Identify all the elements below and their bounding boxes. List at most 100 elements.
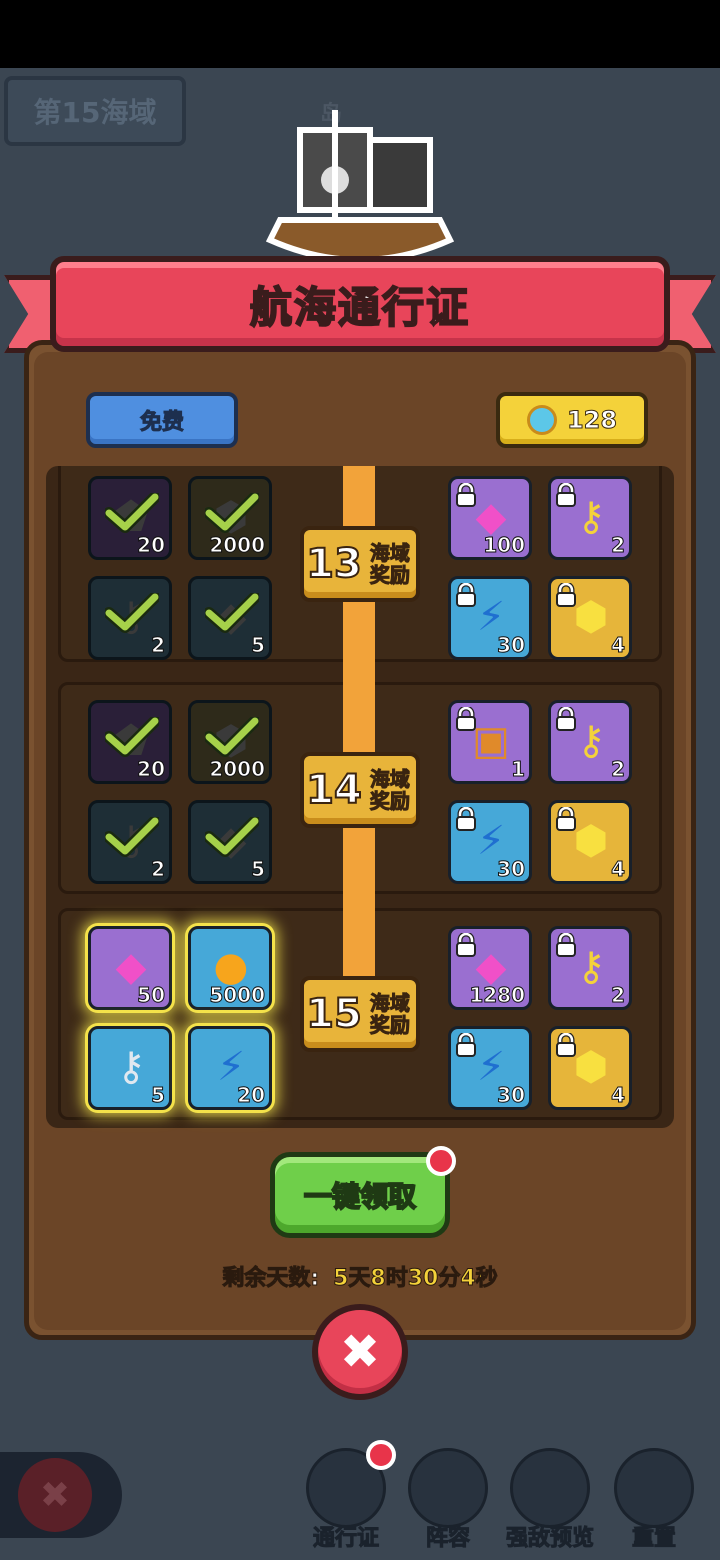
lock-icon — [556, 807, 576, 831]
lock-icon — [456, 1033, 476, 1057]
map-close-icon[interactable]: ✖ — [18, 1458, 92, 1532]
reward-item[interactable]: ⬢ 4 — [548, 800, 632, 884]
reward-item[interactable]: ◆ 100 — [448, 476, 532, 560]
reward-item[interactable]: ⚷ 2 — [88, 800, 172, 884]
reward-item[interactable]: ⬢ 4 — [548, 1026, 632, 1110]
remaining-time: 剩余天数: 5天8时30分4秒 — [0, 1260, 720, 1292]
free-tier-badge: 免费 — [86, 392, 238, 448]
remaining-value: 5天8时30分4秒 — [333, 1266, 499, 1292]
reward-quantity: 4 — [611, 633, 626, 658]
diamond-coin-icon — [526, 405, 557, 435]
nav-lineup[interactable]: 阵容 — [398, 1448, 498, 1560]
nav-pass-dot — [366, 1440, 396, 1470]
reward-quantity: 2 — [611, 533, 626, 558]
pass-title: 航海通行证 — [249, 282, 470, 333]
reward-item[interactable]: ⚷ 2 — [88, 576, 172, 660]
level-reward-label: 海域奖励 — [369, 767, 410, 813]
pirate-ship-icon — [265, 110, 455, 263]
reward-quantity: 20 — [137, 757, 166, 782]
reward-item[interactable]: ⚷ 2 — [548, 476, 632, 560]
reward-item[interactable]: ⬟ 20 — [88, 476, 172, 560]
sea-zone-label: 第15海域 — [33, 96, 157, 129]
level-reward-label: 海域奖励 — [369, 541, 410, 587]
notification-dot — [426, 1146, 456, 1176]
level-badge: 13 海域奖励 — [300, 526, 420, 602]
lock-icon — [556, 707, 576, 731]
reset-icon — [614, 1448, 694, 1528]
nav-enemy-preview-label: 强敌预览 — [505, 1526, 594, 1552]
reward-item[interactable]: ▣ 1 — [448, 700, 532, 784]
reward-quantity: 30 — [497, 1083, 526, 1108]
reward-item[interactable]: ⬟ 20 — [88, 700, 172, 784]
lock-icon — [556, 583, 576, 607]
reward-quantity: 2 — [611, 757, 626, 782]
level-badge: 14 海域奖励 — [300, 752, 420, 828]
reward-quantity: 100 — [483, 533, 526, 558]
reward-item[interactable]: ● 5000 — [188, 926, 272, 1010]
reward-item[interactable]: ⚡ 30 — [448, 576, 532, 660]
lock-icon — [556, 933, 576, 957]
reward-quantity: 2000 — [209, 757, 266, 782]
reward-quantity: 30 — [497, 857, 526, 882]
premium-gem-count: 128 — [566, 406, 618, 435]
nav-enemy-preview[interactable]: 强敌预览 — [500, 1448, 600, 1560]
sea-zone-tag: 第15海域 — [4, 76, 186, 146]
reward-item[interactable]: ⚷ 5 — [88, 1026, 172, 1110]
nav-reset-label: 重置 — [631, 1526, 676, 1552]
reward-quantity: 4 — [611, 857, 626, 882]
reward-item[interactable]: ⚷ 2 — [548, 700, 632, 784]
reward-quantity: 2 — [151, 633, 166, 658]
reward-quantity: 4 — [611, 1083, 626, 1108]
check-icon — [205, 817, 259, 857]
reward-quantity: 5 — [251, 857, 266, 882]
reward-quantity: 50 — [137, 983, 166, 1008]
level-number: 15 — [305, 990, 363, 1038]
close-button[interactable]: ✖ — [312, 1304, 408, 1400]
premium-tier-badge[interactable]: 128 — [496, 392, 648, 448]
check-icon — [105, 717, 159, 757]
reward-quantity: 5000 — [209, 983, 266, 1008]
reward-item[interactable]: ⚡ 30 — [448, 800, 532, 884]
reward-item[interactable]: ⬢ 2000 — [188, 476, 272, 560]
lock-icon — [456, 583, 476, 607]
level-reward-label: 海域奖励 — [369, 991, 410, 1037]
reward-item[interactable]: ◆ 50 — [88, 926, 172, 1010]
reward-item[interactable]: ⬢ 4 — [548, 576, 632, 660]
reward-quantity: 30 — [497, 633, 526, 658]
check-icon — [205, 593, 259, 633]
reward-item[interactable]: ◆ 5 — [188, 800, 272, 884]
status-bar — [0, 0, 720, 68]
free-tier-label: 免费 — [139, 410, 184, 436]
reward-item[interactable]: ◆ 1280 — [448, 926, 532, 1010]
lineup-icon — [408, 1448, 488, 1528]
reward-quantity: 20 — [137, 533, 166, 558]
reward-quantity: 20 — [237, 1083, 266, 1108]
reward-quantity: 5 — [251, 633, 266, 658]
lock-icon — [556, 483, 576, 507]
check-icon — [105, 817, 159, 857]
nav-pass-label: 通行证 — [312, 1526, 379, 1552]
reward-item[interactable]: ⚡ 30 — [448, 1026, 532, 1110]
lock-icon — [456, 807, 476, 831]
claim-all-button[interactable]: 一键领取 — [270, 1152, 450, 1238]
nav-reset[interactable]: 重置 — [604, 1448, 704, 1560]
reward-quantity: 5 — [151, 1083, 166, 1108]
check-icon — [205, 493, 259, 533]
reward-quantity: 1 — [511, 757, 526, 782]
close-icon: ✖ — [339, 1324, 381, 1380]
reward-item[interactable]: ⚷ 2 — [548, 926, 632, 1010]
reward-item[interactable]: ⚡ 20 — [188, 1026, 272, 1110]
reward-quantity: 1280 — [469, 983, 526, 1008]
reward-quantity: 2 — [611, 983, 626, 1008]
level-number: 14 — [305, 766, 363, 814]
claim-all-label: 一键领取 — [303, 1179, 417, 1214]
nav-lineup-label: 阵容 — [425, 1526, 470, 1552]
check-icon — [105, 593, 159, 633]
reward-item[interactable]: ◆ 5 — [188, 576, 272, 660]
check-icon — [205, 717, 259, 757]
level-badge: 15 海域奖励 — [300, 976, 420, 1052]
lock-icon — [556, 1033, 576, 1057]
level-number: 13 — [305, 540, 363, 588]
reward-item[interactable]: ⬢ 2000 — [188, 700, 272, 784]
magnifier-icon — [510, 1448, 590, 1528]
